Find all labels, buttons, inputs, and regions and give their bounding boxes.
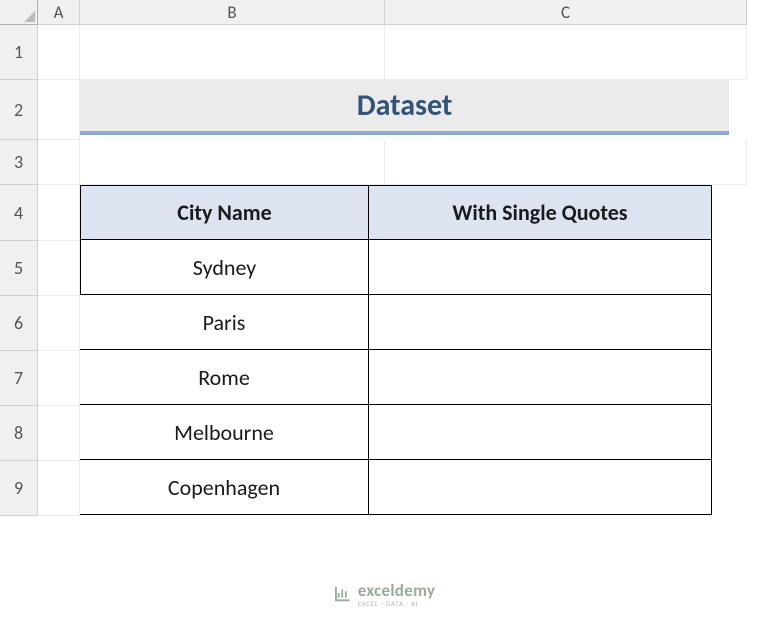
table-cell[interactable]: Melbourne [80,405,369,460]
table-header-quotes[interactable]: With Single Quotes [369,185,712,240]
cell-b3[interactable] [80,140,385,185]
table-cell[interactable] [369,460,712,515]
cell-a5[interactable] [38,241,80,296]
watermark-main: exceldemy [358,580,436,601]
dataset-title[interactable]: Dataset [80,80,729,135]
cell-b1[interactable] [80,25,385,80]
table-cell[interactable]: Copenhagen [80,460,369,515]
data-table: City Name With Single Quotes Sydney Pari… [80,185,747,515]
col-header-a[interactable]: A [38,0,80,25]
cell-a4[interactable] [38,185,80,241]
row-header-4[interactable]: 4 [0,185,38,241]
row-header-8[interactable]: 8 [0,406,38,461]
row-header-7[interactable]: 7 [0,351,38,406]
watermark-text: exceldemy EXCEL · DATA · BI [358,580,436,608]
watermark: exceldemy EXCEL · DATA · BI [332,580,436,608]
col-header-c[interactable]: C [385,0,747,25]
cell-a2[interactable] [38,80,80,140]
row-header-1[interactable]: 1 [0,25,38,80]
table-cell[interactable] [369,240,712,295]
select-all-corner[interactable] [0,0,38,25]
cell-a1[interactable] [38,25,80,80]
table-cell[interactable]: Sydney [80,240,369,295]
row-header-3[interactable]: 3 [0,140,38,185]
table-cell[interactable]: Paris [80,295,369,350]
cell-a9[interactable] [38,461,80,516]
cell-c3[interactable] [385,140,747,185]
cell-a6[interactable] [38,296,80,351]
row-header-2[interactable]: 2 [0,80,38,140]
col-header-b[interactable]: B [80,0,385,25]
chart-icon [332,584,352,604]
table-cell[interactable] [369,295,712,350]
spreadsheet-grid: A B C 1 2 Dataset 3 4 City Name With Sin… [0,0,767,516]
table-header-city[interactable]: City Name [80,185,369,240]
row-header-5[interactable]: 5 [0,241,38,296]
row-header-6[interactable]: 6 [0,296,38,351]
table-cell[interactable] [369,405,712,460]
table-cell[interactable] [369,350,712,405]
row-header-9[interactable]: 9 [0,461,38,516]
cell-a7[interactable] [38,351,80,406]
cell-a3[interactable] [38,140,80,185]
cell-a8[interactable] [38,406,80,461]
table-cell[interactable]: Rome [80,350,369,405]
cell-c1[interactable] [385,25,747,80]
